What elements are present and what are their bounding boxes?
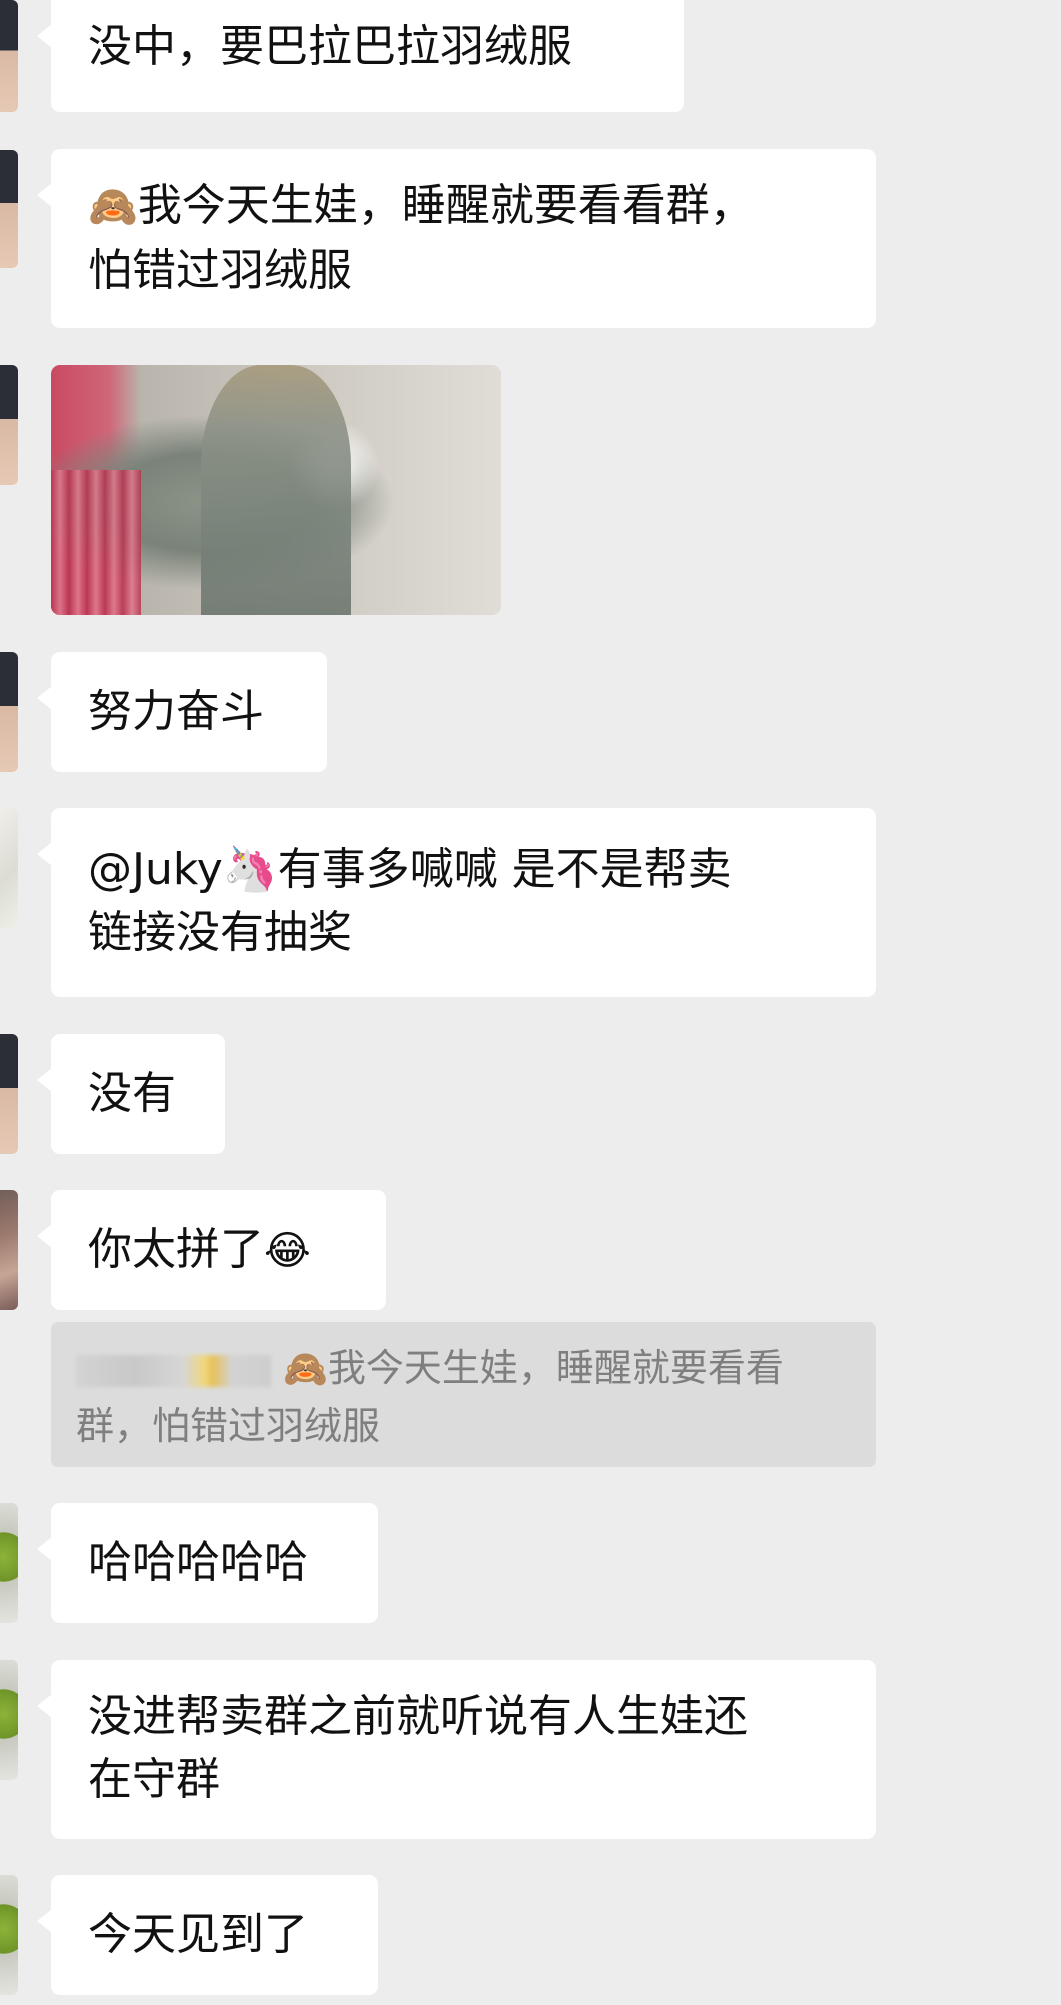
message-bubble[interactable]: 今天见到了 (37, 1875, 378, 1995)
message-bubble[interactable]: 没有 (37, 1034, 225, 1154)
blurred-sender-name (76, 1354, 271, 1387)
avatar[interactable] (0, 1660, 18, 1780)
laughing-emoji-icon: 😂 (264, 1228, 311, 1274)
message-bubble[interactable]: 你太拼了😂 (37, 1190, 386, 1310)
avatar[interactable] (0, 808, 18, 928)
message-text: 没中，要巴拉巴拉羽绒服 (88, 21, 572, 72)
avatar[interactable] (0, 1503, 18, 1623)
quoted-message[interactable]: 🙈我今天生娃，睡醒就要看看 群，怕错过羽绒服 (51, 1322, 876, 1467)
message-text: 没进帮卖群之前就听说有人生娃还 在守群 (88, 1691, 748, 1805)
message-bubble[interactable]: 🙈我今天生娃，睡醒就要看看群， 怕错过羽绒服 (37, 149, 876, 328)
message-text: 努力奋斗 (88, 686, 264, 737)
message-bubble[interactable]: 哈哈哈哈哈 (37, 1503, 378, 1623)
message-text: 今天见到了 (88, 1909, 308, 1960)
message-bubble[interactable]: 没进帮卖群之前就听说有人生娃还 在守群 (37, 1660, 876, 1839)
image-curtain (51, 470, 141, 615)
avatar[interactable] (0, 365, 18, 485)
avatar[interactable] (0, 0, 18, 112)
avatar[interactable] (0, 1190, 18, 1310)
message-bubble[interactable]: @Juky🦄有事多喊喊 是不是帮卖 链接没有抽奖 (37, 808, 876, 997)
message-text: 哈哈哈哈哈 (88, 1537, 308, 1588)
message-bubble[interactable]: 努力奋斗 (37, 652, 327, 772)
avatar[interactable] (0, 1034, 18, 1154)
avatar[interactable] (0, 652, 18, 772)
message-text: @Juky🦄有事多喊喊 是不是帮卖 链接没有抽奖 (88, 844, 732, 958)
avatar[interactable] (0, 150, 18, 268)
message-text: 你太拼了 (88, 1224, 264, 1275)
message-text: 没有 (88, 1068, 176, 1119)
image-figure (201, 365, 351, 615)
message-bubble[interactable]: 没中，要巴拉巴拉羽绒服 (37, 0, 684, 112)
message-text: 我今天生娃，睡醒就要看看群， 怕错过羽绒服 (88, 180, 754, 296)
facepalm-emoji-icon: 🙈 (283, 1349, 328, 1390)
avatar[interactable] (0, 1875, 18, 1995)
image-message[interactable] (51, 365, 501, 615)
facepalm-emoji-icon: 🙈 (88, 184, 138, 230)
